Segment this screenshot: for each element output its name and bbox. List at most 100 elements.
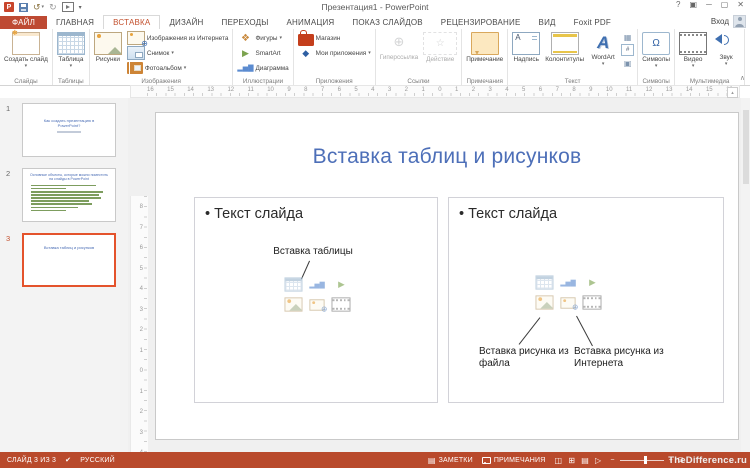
screenshot-button[interactable]: Снимок▾ bbox=[125, 46, 231, 60]
date-time-button[interactable] bbox=[620, 31, 635, 43]
minimize-button[interactable]: ─ bbox=[706, 0, 712, 9]
insert-online-pictures-button[interactable] bbox=[307, 296, 327, 313]
store-button[interactable]: Магазин bbox=[296, 31, 373, 45]
slide-thumbnail-2[interactable]: Основные объекты, которые можно поместит… bbox=[22, 168, 116, 222]
tab-design[interactable]: ДИЗАЙН bbox=[160, 16, 212, 29]
content-placeholder-left[interactable]: Текст слайда Вставка таблицы bbox=[194, 197, 438, 403]
shapes-button[interactable]: Фигуры▾ bbox=[235, 31, 290, 45]
sign-in-area[interactable]: Вход bbox=[711, 15, 746, 28]
bullet-text[interactable]: Текст слайда bbox=[459, 206, 723, 222]
new-slide-button[interactable]: Создать слайд▾ bbox=[2, 31, 50, 69]
insert-online-pictures-button[interactable] bbox=[558, 294, 578, 311]
zoom-slider-thumb[interactable] bbox=[644, 456, 647, 464]
tab-review[interactable]: РЕЦЕНЗИРОВАНИЕ bbox=[432, 16, 530, 29]
undo-button[interactable]: ▾ bbox=[33, 2, 44, 13]
powerpoint-window: ▾ Презентация1 - PowerPoint ?▣─▢✕ ФАЙЛГЛ… bbox=[0, 0, 750, 468]
content-placeholder-right[interactable]: Текст слайда Вставка рисунка из файла Вс… bbox=[448, 197, 724, 403]
bullet-text[interactable]: Текст слайда bbox=[205, 206, 437, 222]
window-controls: ? ▣ ─ ▢ ✕ bbox=[676, 0, 748, 9]
slide-title[interactable]: Вставка таблиц и рисунков bbox=[156, 145, 738, 169]
tab-insert[interactable]: ВСТАВКА bbox=[103, 15, 160, 30]
chart-button[interactable]: Диаграмма bbox=[235, 61, 290, 75]
text-box-button[interactable]: Надпись bbox=[510, 31, 542, 63]
my-apps-button[interactable]: Мои приложения▾ bbox=[296, 46, 373, 60]
maximize-button[interactable]: ▢ bbox=[721, 0, 729, 9]
insert-pictures-button[interactable] bbox=[283, 296, 303, 313]
zoom-out-button[interactable]: − bbox=[610, 457, 614, 464]
user-avatar-icon[interactable] bbox=[733, 15, 746, 28]
video-icon bbox=[583, 295, 602, 309]
tab-animations[interactable]: АНИМАЦИЯ bbox=[278, 16, 344, 29]
insert-pictures-button[interactable] bbox=[534, 294, 554, 311]
language-indicator[interactable]: РУССКИЙ bbox=[80, 457, 115, 464]
insert-chart-button[interactable] bbox=[558, 274, 578, 291]
dropdown-arrow-icon: ▾ bbox=[692, 64, 695, 69]
button-label: Диаграмма bbox=[255, 65, 288, 72]
close-button[interactable]: ✕ bbox=[737, 0, 744, 9]
proofing-icon[interactable] bbox=[65, 456, 71, 464]
collapse-ribbon-icon[interactable]: ∧ bbox=[740, 74, 745, 466]
pictures-icon bbox=[94, 32, 122, 55]
slide-thumbnail-1[interactable]: Как создать презентацию в PowerPoint? bbox=[22, 103, 116, 157]
reading-view-button[interactable]: ▤ bbox=[581, 456, 589, 465]
insert-video-button[interactable] bbox=[582, 294, 602, 311]
annotation-line bbox=[519, 317, 541, 344]
action-icon bbox=[423, 32, 457, 55]
insert-smartart-button[interactable] bbox=[331, 276, 351, 293]
tab-view[interactable]: ВИД bbox=[530, 16, 565, 29]
insert-table-button[interactable] bbox=[534, 274, 554, 291]
wordart-icon bbox=[590, 32, 616, 53]
online-pictures-icon bbox=[560, 297, 575, 308]
ribbon-group: ПримечаниеПримечания bbox=[462, 29, 508, 85]
header-footer-button[interactable]: Колонтитулы bbox=[543, 31, 586, 63]
button-label: Фигуры bbox=[255, 35, 277, 42]
vertical-ruler[interactable]: 87654321012345678 bbox=[130, 196, 148, 468]
slide-thumbnail-panel[interactable]: 1Как создать презентацию в PowerPoint?2О… bbox=[0, 98, 128, 452]
sign-in-label[interactable]: Вход bbox=[711, 17, 729, 26]
slide-sorter-view-button[interactable]: ⊞ bbox=[568, 456, 575, 465]
ribbon-display-options-button[interactable]: ▣ bbox=[690, 0, 698, 9]
notes-icon bbox=[428, 456, 436, 465]
insert-video-button[interactable] bbox=[331, 296, 351, 313]
tab-transitions[interactable]: ПЕРЕХОДЫ bbox=[213, 16, 278, 29]
insert-chart-button[interactable] bbox=[307, 276, 327, 293]
object-button[interactable] bbox=[620, 57, 635, 69]
smartart-button[interactable]: SmartArt bbox=[235, 46, 290, 60]
slide-canvas[interactable]: Вставка таблиц и рисунков Текст слайда В… bbox=[155, 112, 739, 440]
zoom-slider[interactable] bbox=[620, 460, 664, 461]
tab-home[interactable]: ГЛАВНАЯ bbox=[47, 16, 103, 29]
dropdown-arrow-icon: ▾ bbox=[184, 66, 187, 71]
comment-button[interactable]: Примечание bbox=[464, 31, 505, 63]
scroll-up-icon[interactable]: ▴ bbox=[727, 87, 738, 98]
powerpoint-button[interactable] bbox=[4, 2, 14, 12]
audio-button[interactable]: Звук▾ bbox=[710, 31, 742, 67]
pictures-button[interactable]: Рисунки bbox=[92, 31, 124, 63]
normal-view-button[interactable]: ◫ bbox=[555, 456, 563, 465]
button-label: Примечание bbox=[466, 56, 503, 63]
help-button[interactable]: ? bbox=[676, 0, 680, 9]
slideshow-view-button[interactable]: ▷ bbox=[595, 456, 601, 465]
tab-foxit-pdf[interactable]: Foxit PDF bbox=[565, 16, 620, 29]
horizontal-ruler[interactable]: 1615141312111098765432101234567891011121… bbox=[130, 85, 740, 98]
comments-toggle[interactable]: ПРИМЕЧАНИЯ bbox=[482, 457, 546, 464]
slide-number-button[interactable] bbox=[620, 44, 635, 56]
comments-label: ПРИМЕЧАНИЯ bbox=[494, 457, 546, 464]
customize-qat-button[interactable] bbox=[79, 4, 82, 11]
ruler-mark: 3 bbox=[140, 430, 143, 436]
redo-button[interactable] bbox=[49, 2, 57, 13]
symbols-button[interactable]: Символы▾ bbox=[640, 31, 672, 69]
insert-table-button[interactable] bbox=[283, 276, 303, 293]
quick-access-toolbar: ▾ bbox=[0, 2, 82, 13]
start-slideshow-button[interactable] bbox=[62, 2, 74, 12]
save-button[interactable] bbox=[19, 3, 28, 12]
slide-thumbnail-3[interactable]: Вставка таблиц и рисунков bbox=[22, 233, 116, 287]
photo-album-button[interactable]: Фотоальбом▾ bbox=[125, 61, 231, 75]
notes-toggle[interactable]: ЗАМЕТКИ bbox=[428, 456, 473, 465]
insert-table-button[interactable]: Таблица▾ bbox=[55, 31, 87, 69]
online-pictures-button[interactable]: Изображения из Интернета bbox=[125, 31, 231, 45]
insert-smartart-button[interactable] bbox=[582, 274, 602, 291]
tab-file[interactable]: ФАЙЛ bbox=[0, 16, 47, 29]
tab-slideshow[interactable]: ПОКАЗ СЛАЙДОВ bbox=[343, 16, 431, 29]
wordart-button[interactable]: WordArt▾ bbox=[587, 31, 619, 67]
video-button[interactable]: Видео▾ bbox=[677, 31, 709, 69]
